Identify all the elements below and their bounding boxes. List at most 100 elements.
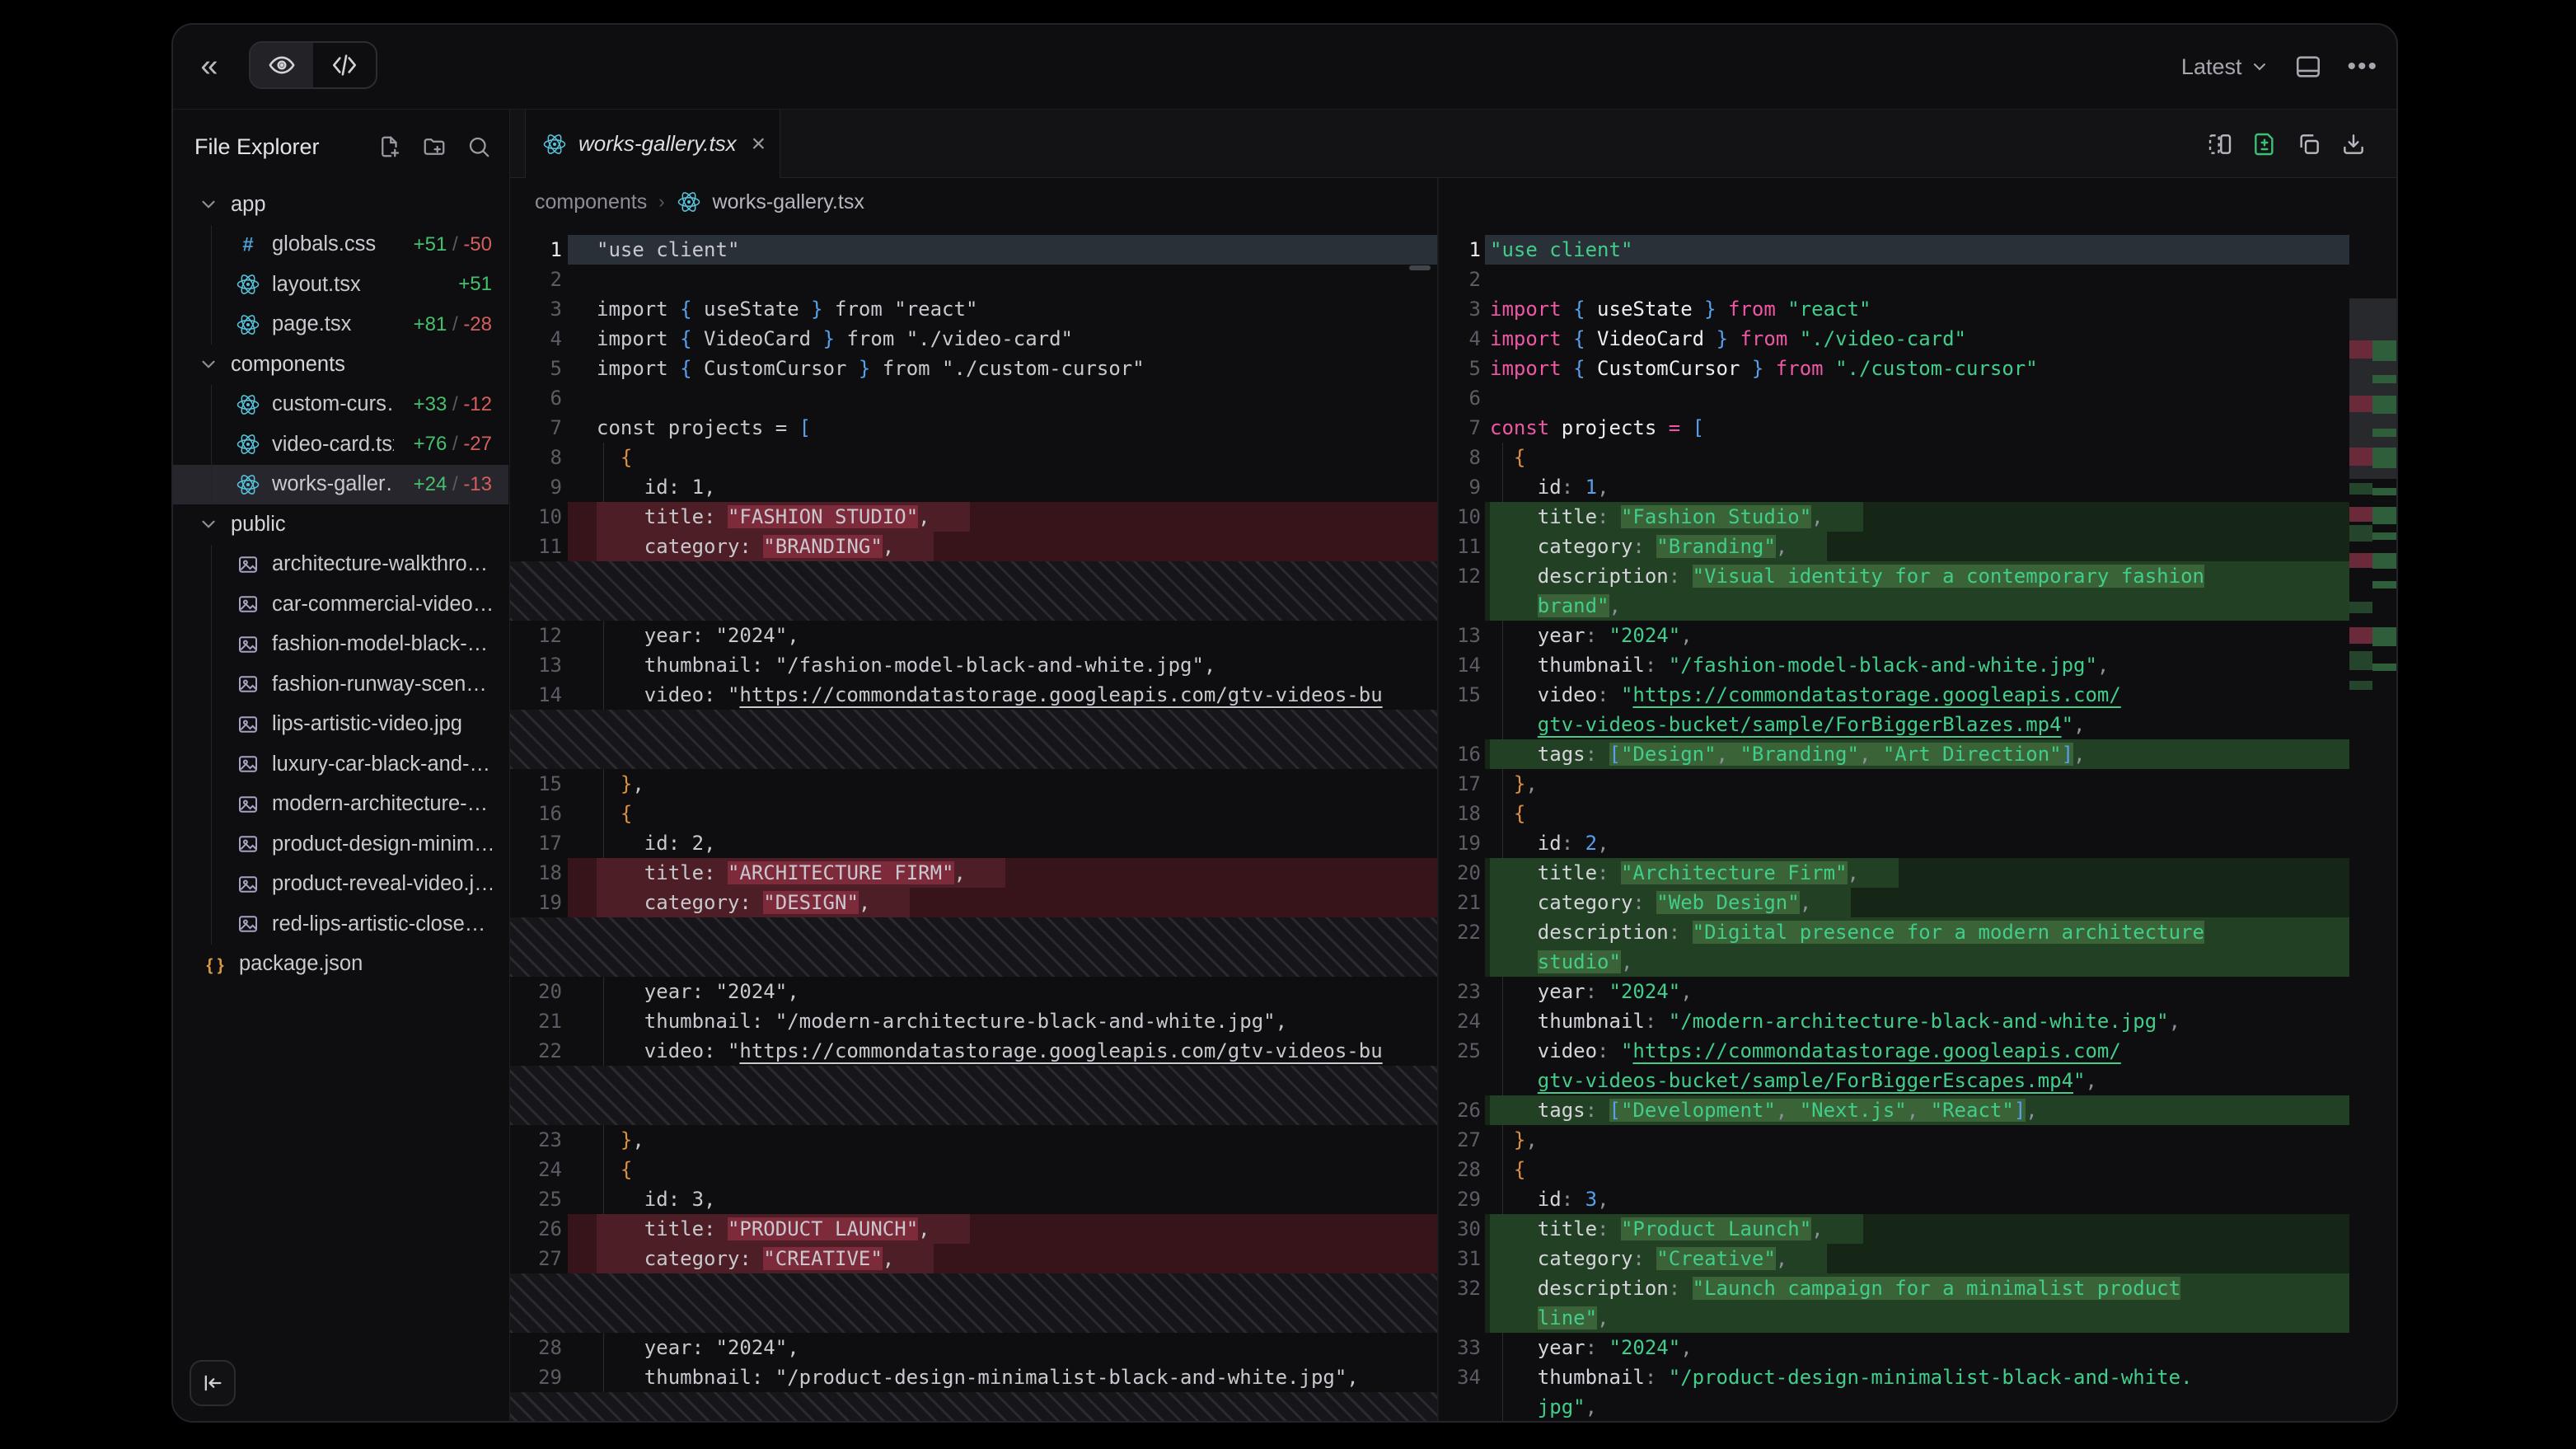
tree-file-architecture-walkthro-[interactable]: architecture-walkthro…: [173, 545, 508, 585]
original-code-line: 7const projects = [: [510, 413, 1437, 443]
copy-icon[interactable]: [2296, 131, 2322, 157]
diff-stats: +81 / -28: [414, 313, 492, 336]
modified-code-line: 2: [1439, 265, 2349, 294]
line-number: 10: [510, 502, 568, 532]
original-code-line: 17 id: 2,: [510, 828, 1437, 858]
collapse-sidebar-button[interactable]: [190, 1360, 236, 1406]
original-code-line: 10 title: "FASHION STUDIO",: [510, 502, 1437, 532]
image-file-icon: [236, 632, 260, 657]
tree-file-fashion-model-black-[interactable]: fashion-model-black-…: [173, 625, 508, 665]
download-icon[interactable]: [2340, 131, 2367, 157]
tree-file-page.tsx[interactable]: page.tsx+81 / -28: [173, 305, 508, 345]
tree-file-globals.css[interactable]: #globals.css+51 / -50: [173, 225, 508, 265]
ruler-mark-red: [2349, 340, 2372, 359]
close-tab-icon[interactable]: ×: [752, 130, 766, 158]
line-number: 9: [1439, 472, 1485, 502]
tree-file-video-card.tsx[interactable]: video-card.tsx+76 / -27: [173, 424, 508, 465]
tree-file-product-design-minim-[interactable]: product-design-minim…: [173, 824, 508, 865]
ruler-mark-green: [2372, 396, 2396, 414]
original-code-line: 15 },: [510, 769, 1437, 799]
search-icon[interactable]: [466, 134, 491, 159]
more-options-icon[interactable]: •••: [2347, 53, 2378, 81]
tree-file-red-lips-artistic-close-[interactable]: red-lips-artistic-close…: [173, 904, 508, 945]
line-number: 17: [510, 828, 568, 858]
preview-toggle-button[interactable]: [251, 43, 313, 87]
line-number: 20: [510, 977, 568, 1006]
original-code-line: 24 {: [510, 1155, 1437, 1184]
new-file-icon[interactable]: [377, 134, 402, 159]
collapse-left-icon: [201, 1372, 224, 1395]
file-label: works-galler…: [272, 472, 394, 496]
ruler-mark-red: [2349, 507, 2372, 522]
line-number: 2: [1439, 265, 1485, 294]
tree-file-package.json[interactable]: { }package.json: [173, 945, 508, 985]
scrollbar-thumb[interactable]: [1409, 265, 1431, 270]
tree-folder-public[interactable]: public: [173, 504, 508, 545]
tree-file-works-galler-[interactable]: works-galler…+24 / -13: [173, 465, 508, 505]
original-code-line: 8 {: [510, 443, 1437, 472]
line-number: 28: [510, 1333, 568, 1362]
modified-code-line: line",: [1439, 1303, 2349, 1333]
breadcrumb: components › works-gallery.tsx: [510, 178, 1437, 226]
image-file-icon: [236, 752, 260, 776]
new-folder-icon[interactable]: [422, 134, 447, 159]
tree-file-luxury-car-black-and-[interactable]: luxury-car-black-and-…: [173, 744, 508, 785]
tree-file-modern-architecture-[interactable]: modern-architecture-…: [173, 785, 508, 825]
editor-area: works-gallery.tsx × components ›: [510, 110, 2396, 1421]
tab-works-gallery[interactable]: works-gallery.tsx ×: [525, 110, 780, 178]
tree-folder-app[interactable]: app: [173, 185, 508, 225]
line-number: 7: [510, 413, 568, 443]
version-dropdown[interactable]: Latest: [2181, 54, 2270, 80]
original-code-line: 6: [510, 383, 1437, 413]
tree-file-lips-artistic-video.jpg[interactable]: lips-artistic-video.jpg: [173, 705, 508, 745]
image-file-icon: [236, 672, 260, 696]
modified-code-line: gtv-videos-bucket/sample/ForBiggerEscape…: [1439, 1066, 2349, 1095]
react-file-icon: [236, 272, 260, 297]
split-editor-icon[interactable]: [2207, 131, 2233, 157]
ruler-mark-green: [2372, 627, 2396, 646]
collapse-panel-icon[interactable]: «: [193, 49, 226, 82]
tree-file-car-commercial-video-[interactable]: car-commercial-video…: [173, 584, 508, 625]
tree-file-layout.tsx[interactable]: layout.tsx+51: [173, 265, 508, 305]
tree-file-product-reveal-video.j-[interactable]: product-reveal-video.j…: [173, 865, 508, 905]
breadcrumb-parent[interactable]: components: [535, 190, 647, 214]
modified-code-line: 10 title: "Fashion Studio",: [1439, 502, 2349, 532]
diff-stats: +51: [458, 273, 492, 296]
original-code-line: 18 title: "ARCHITECTURE FIRM",: [510, 858, 1437, 888]
image-file-icon: [236, 712, 260, 737]
breadcrumb-current[interactable]: works-gallery.tsx: [713, 190, 864, 214]
modified-code-line: 15 video: "https://commondatastorage.goo…: [1439, 680, 2349, 710]
line-number: 18: [510, 858, 568, 888]
diff-gap-row: [510, 710, 1437, 769]
file-label: custom-curs…: [272, 392, 394, 416]
tree-folder-components[interactable]: components: [173, 345, 508, 385]
chevron-down-icon: [2250, 57, 2269, 77]
breadcrumb-separator-icon: ›: [658, 191, 664, 213]
line-number: 21: [1439, 888, 1485, 917]
modified-code-line: 31 category: "Creative",: [1439, 1244, 2349, 1273]
code-toggle-button[interactable]: [313, 43, 376, 87]
panel-layout-icon[interactable]: [2294, 53, 2322, 81]
line-number: 16: [510, 799, 568, 828]
diff-file-icon[interactable]: [2251, 131, 2278, 157]
original-code-line: 13 thumbnail: "/fashion-model-black-and-…: [510, 650, 1437, 680]
chevron-down-icon: [198, 513, 219, 535]
line-number: 7: [1439, 413, 1485, 443]
line-number: 27: [510, 1244, 568, 1273]
diff-stats: +33 / -12: [414, 393, 492, 416]
line-number: 5: [510, 354, 568, 383]
ruler-mark-red: [2349, 396, 2372, 412]
react-file-icon: [236, 472, 260, 497]
modified-code-line: 34 thumbnail: "/product-design-minimalis…: [1439, 1362, 2349, 1392]
svg-text:{ }: { }: [206, 956, 223, 974]
original-code-line: 28 year: "2024",: [510, 1333, 1437, 1362]
line-number: 29: [1439, 1184, 1485, 1214]
tree-file-custom-curs-[interactable]: custom-curs… +33 / -12: [173, 385, 508, 425]
tree-file-fashion-runway-scen-[interactable]: fashion-runway-scen…: [173, 664, 508, 705]
file-label: architecture-walkthro…: [272, 552, 492, 576]
line-number: 21: [510, 1006, 568, 1036]
ruler-mark-green: [2372, 340, 2396, 361]
diff-overview-ruler[interactable]: [2349, 298, 2396, 1421]
diff-pane-original: 1"use client"23import { useState } from …: [510, 226, 1437, 1421]
line-number: 9: [510, 472, 568, 502]
